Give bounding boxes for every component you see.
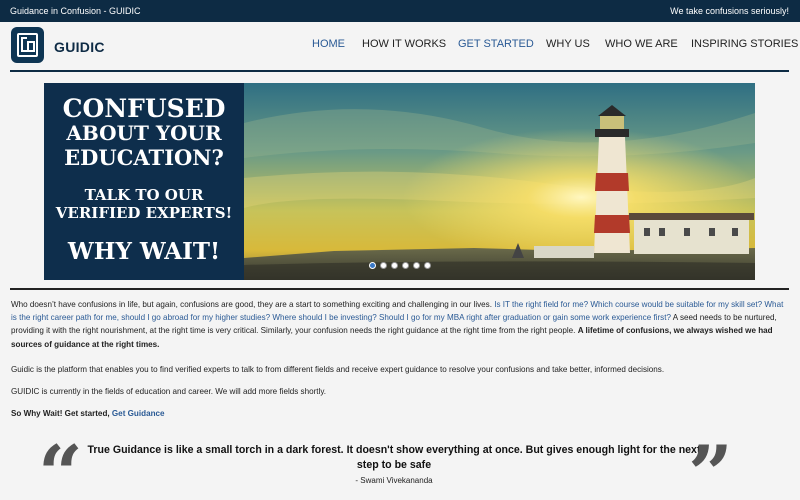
site-tagline: We take confusions seriously!	[670, 6, 789, 16]
slider-dot-6[interactable]	[424, 262, 431, 269]
nav-get-started[interactable]: GET STARTED	[458, 38, 534, 50]
intro-text: Who doesn’t have confusions in life, but…	[11, 300, 495, 309]
cta-text: So Why Wait! Get started,	[11, 409, 112, 418]
hero-text-panel: CONFUSED ABOUT YOUR EDUCATION? TALK TO O…	[44, 83, 244, 280]
slider-dot-3[interactable]	[391, 262, 398, 269]
nav-who-we-are[interactable]: WHO WE ARE	[605, 38, 678, 50]
slider-dot-2[interactable]	[380, 262, 387, 269]
hero-line-6: WHY WAIT!	[67, 238, 221, 265]
top-bar: Guidance in Confusion - GUIDIC We take c…	[0, 0, 800, 22]
intro-paragraph: Who doesn’t have confusions in life, but…	[11, 298, 791, 351]
slider-dot-4[interactable]	[402, 262, 409, 269]
slider-dot-5[interactable]	[413, 262, 420, 269]
site-title: Guidance in Confusion - GUIDIC	[10, 6, 141, 16]
fields-paragraph: GUIDIC is currently in the fields of edu…	[11, 387, 327, 396]
cta-paragraph: So Why Wait! Get started, Get Guidance	[11, 407, 791, 420]
logo-icon[interactable]	[11, 27, 44, 63]
hero-line-2: ABOUT YOUR	[66, 121, 222, 145]
close-quote-icon: ”	[688, 429, 733, 500]
slider-dot-1[interactable]	[369, 262, 376, 269]
nav-why-us[interactable]: WHY US	[546, 38, 590, 50]
quote-author: - Swami Vivekananda	[355, 476, 433, 485]
hero-line-4: TALK TO OUR	[84, 186, 204, 204]
header: GUIDIC HOME HOW IT WORKS GET STARTED WHY…	[0, 22, 800, 70]
get-guidance-link[interactable]: Get Guidance	[112, 409, 165, 418]
hero-line-3: EDUCATION?	[64, 145, 224, 170]
brand-name[interactable]: GUIDIC	[54, 39, 105, 55]
header-divider	[10, 70, 789, 72]
hero-line-1: CONFUSED	[62, 94, 226, 123]
quote-text: True Guidance is like a small torch in a…	[87, 444, 701, 471]
lighthouse-image	[244, 83, 755, 280]
nav-how-it-works[interactable]: HOW IT WORKS	[362, 38, 446, 50]
nav-inspiring-stories[interactable]: INSPIRING STORIES	[691, 38, 798, 50]
open-quote-icon: “	[38, 429, 83, 500]
nav-home[interactable]: HOME	[312, 38, 345, 50]
hero-line-5: VERIFIED EXPERTS!	[55, 204, 233, 222]
hero-slider[interactable]: CONFUSED ABOUT YOUR EDUCATION? TALK TO O…	[44, 83, 755, 280]
platform-paragraph: Guidic is the platform that enables you …	[11, 365, 665, 374]
content-divider	[10, 288, 789, 290]
